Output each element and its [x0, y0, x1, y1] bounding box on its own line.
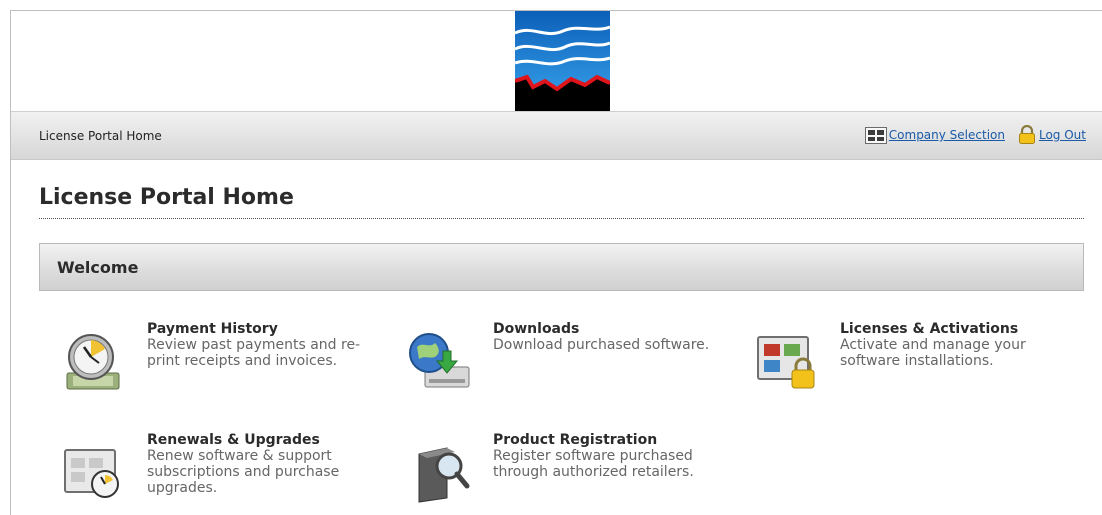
product-registration-tile[interactable]: Product Registration Register software p… [405, 432, 735, 504]
window-clock-icon [64, 449, 119, 498]
box-magnifier-icon [418, 447, 470, 503]
breadcrumb: License Portal Home [39, 129, 162, 143]
licenses-activations-title: Licenses & Activations [840, 321, 1019, 337]
banner [11, 11, 1102, 112]
payment-history-tile[interactable]: Payment History Review past payments and… [59, 321, 389, 393]
log-out-link[interactable]: Log Out [1017, 125, 1086, 145]
company-logo [515, 11, 610, 111]
padlock-icon [1018, 125, 1035, 144]
portal-tiles: Payment History Review past payments and… [39, 291, 1084, 503]
renewals-upgrades-title: Renewals & Upgrades [147, 432, 320, 448]
log-out-label: Log Out [1038, 128, 1086, 142]
company-selection-link[interactable]: Company Selection [864, 126, 1005, 144]
welcome-panel-header: Welcome [39, 243, 1084, 291]
main-content: License Portal Home Welcome Payment Hist… [11, 160, 1102, 503]
downloads-tile[interactable]: Downloads Download purchased software. [405, 321, 735, 393]
licenses-activations-description: Activate and manage your software instal… [840, 337, 1026, 369]
renewals-upgrades-description: Renew software & support subscriptions a… [147, 448, 340, 496]
downloads-description: Download purchased software. [493, 337, 710, 353]
globe-download-icon [409, 333, 470, 388]
payment-history-title: Payment History [147, 321, 278, 337]
page-title: License Portal Home [39, 185, 1084, 219]
company-selection-label: Company Selection [888, 128, 1005, 142]
renewals-upgrades-tile[interactable]: Renewals & Upgrades Renew software & sup… [59, 432, 389, 504]
grid-icon [864, 126, 887, 144]
product-registration-description: Register software purchased through auth… [493, 448, 694, 480]
product-registration-title: Product Registration [493, 432, 658, 448]
downloads-title: Downloads [493, 321, 580, 337]
portal-frame: License Portal Home Company Selection Lo… [10, 10, 1102, 515]
navigation-bar: License Portal Home Company Selection Lo… [11, 112, 1102, 160]
clock-money-icon [66, 334, 120, 390]
payment-history-description: Review past payments and re-print receip… [147, 337, 361, 369]
licenses-activations-tile[interactable]: Licenses & Activations Activate and mana… [752, 321, 1082, 393]
nav-links: Company Selection Log Out [864, 125, 1086, 145]
welcome-panel-title: Welcome [57, 258, 139, 277]
window-lock-icon [757, 336, 815, 389]
